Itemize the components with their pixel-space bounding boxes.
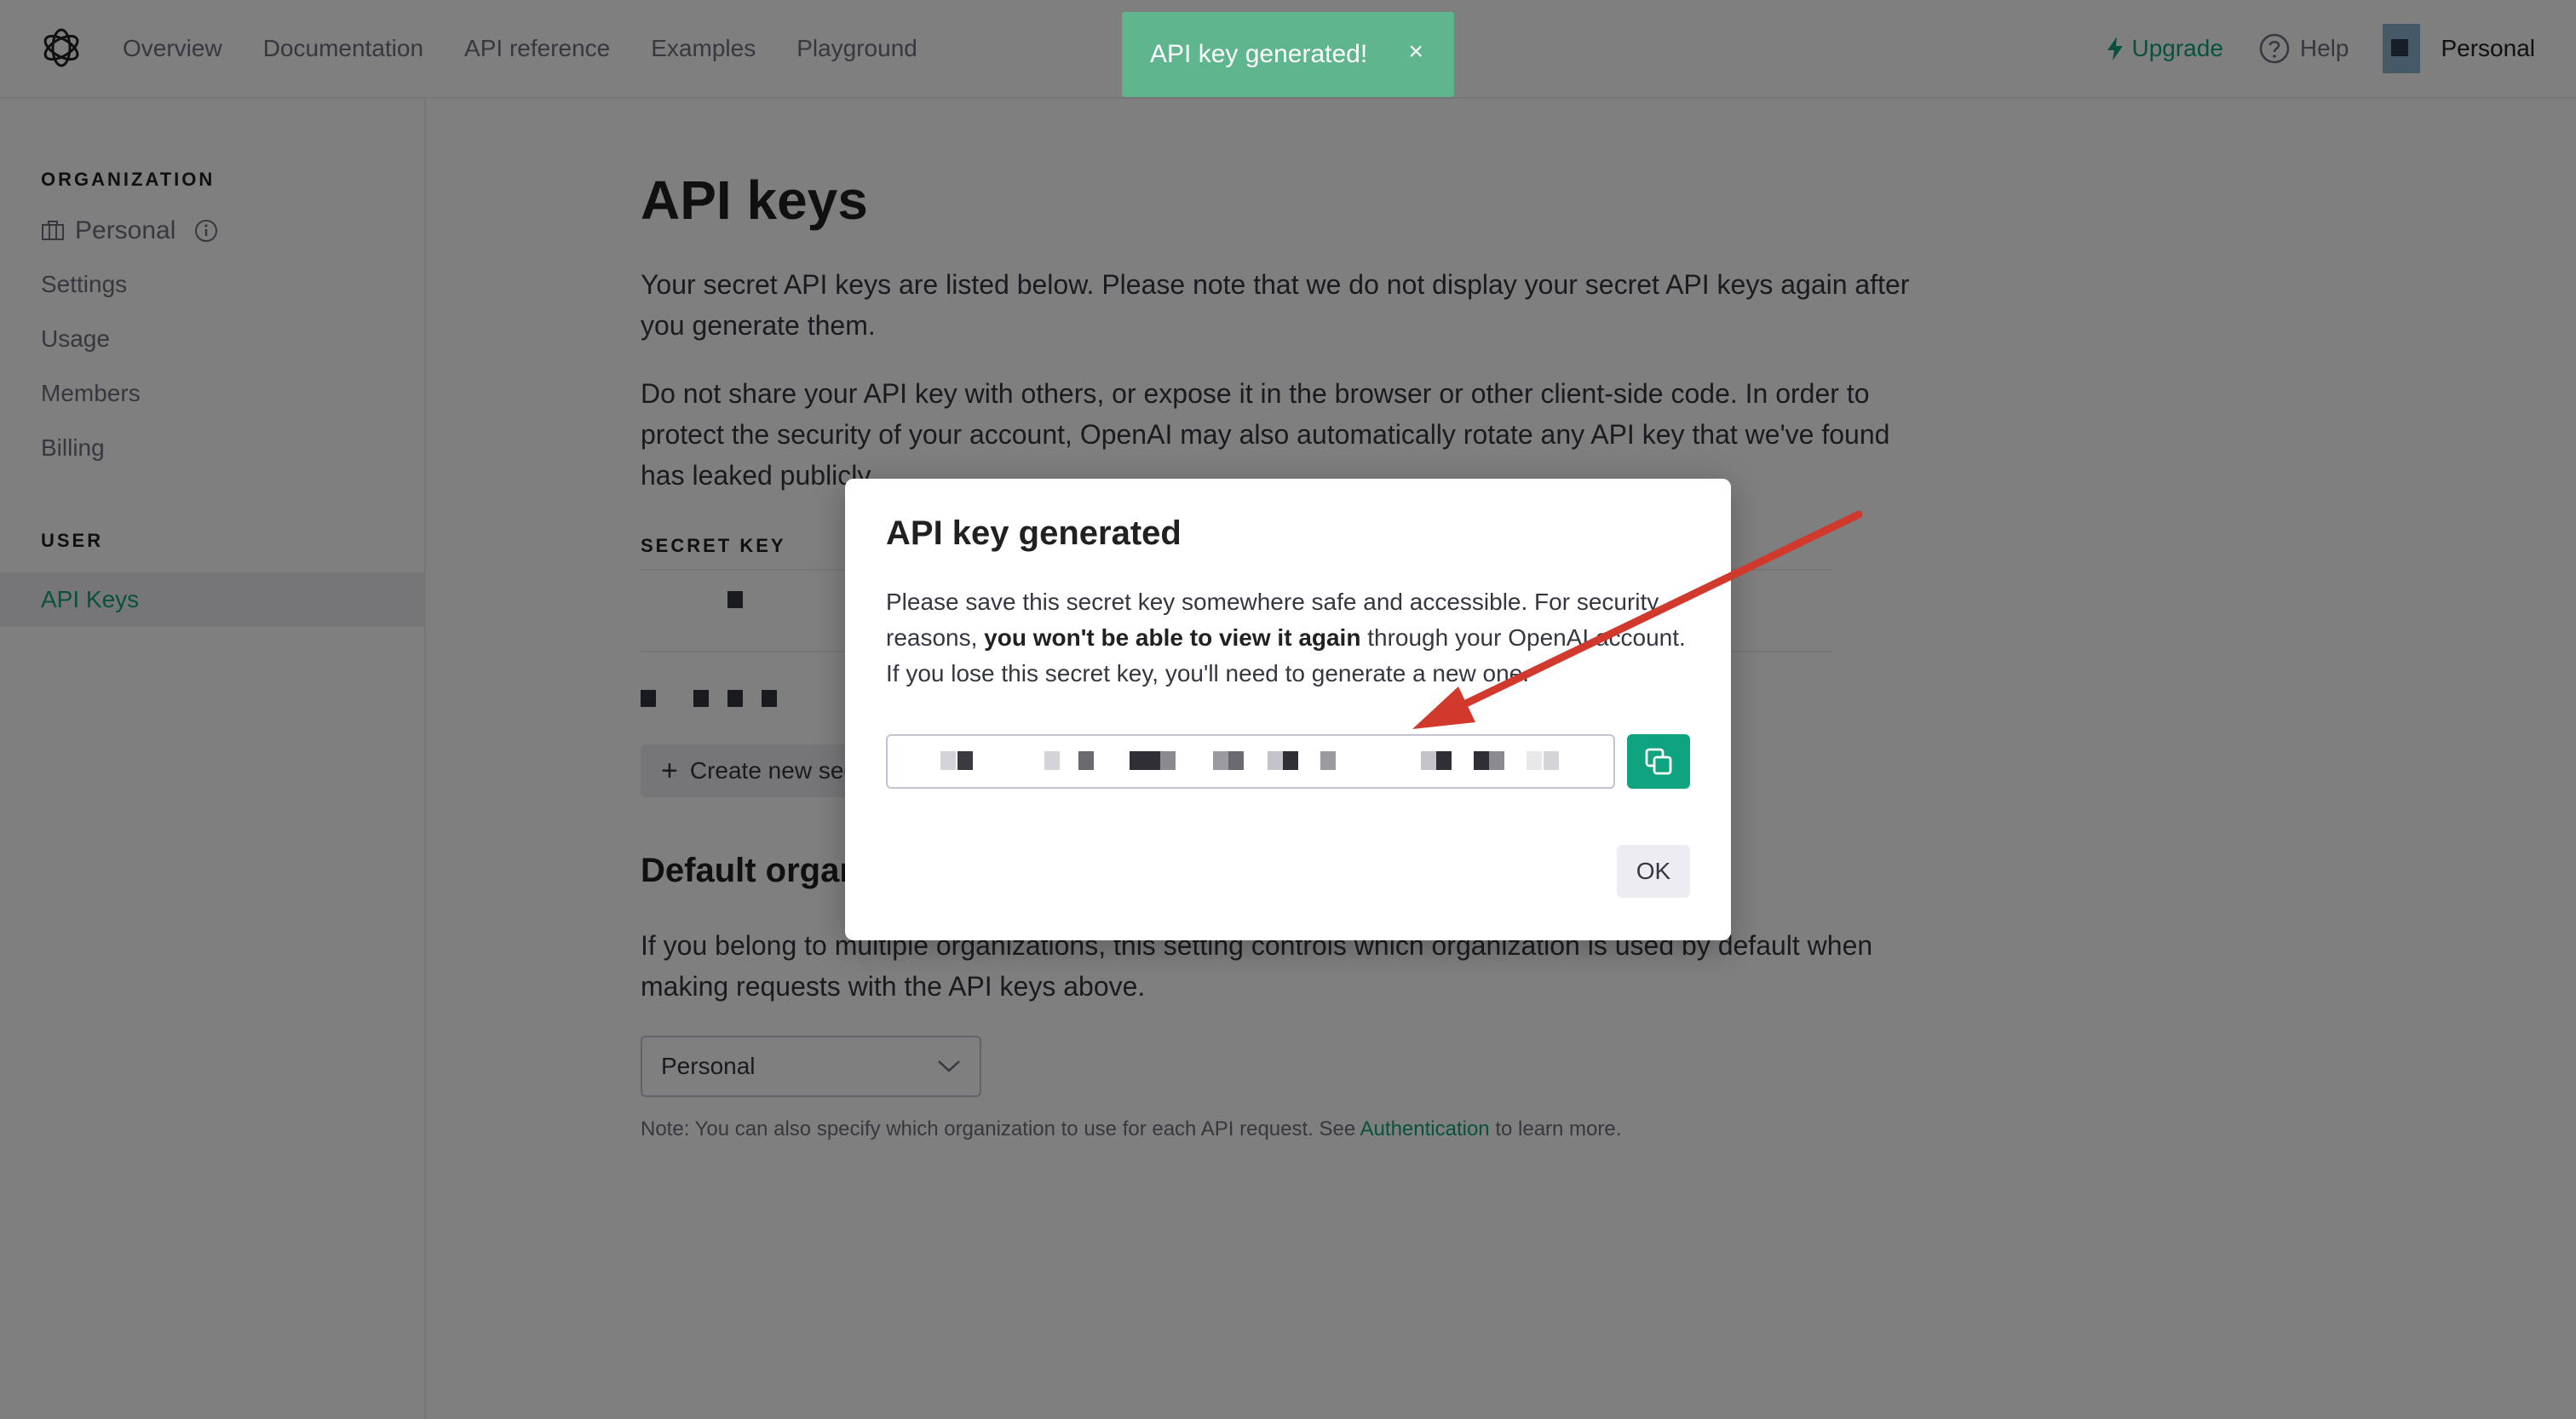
dialog-message: Please save this secret key somewhere sa… [886, 584, 1704, 692]
api-key-generated-dialog: API key generated Please save this secre… [845, 479, 1731, 940]
dialog-message-bold: you won't be able to view it again [984, 624, 1361, 651]
success-toast: API key generated! × [1122, 12, 1454, 97]
close-icon[interactable]: × [1408, 37, 1423, 66]
ok-button[interactable]: OK [1617, 845, 1690, 898]
dialog-title: API key generated [886, 514, 1182, 552]
app: Overview Documentation API reference Exa… [0, 0, 2576, 1419]
copy-icon [1645, 748, 1672, 775]
toast-message: API key generated! [1150, 40, 1368, 68]
secret-key-field[interactable] [886, 734, 1615, 789]
copy-key-button[interactable] [1627, 734, 1690, 789]
